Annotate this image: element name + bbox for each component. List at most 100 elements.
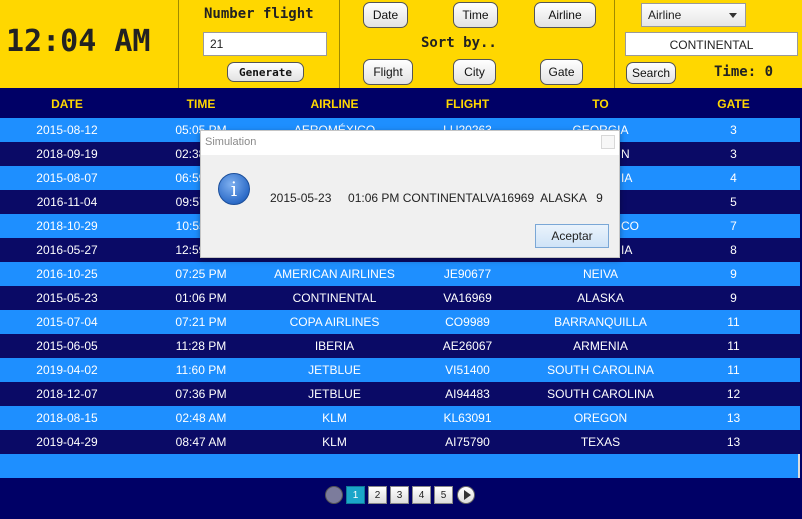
column-header-flight[interactable]: FLIGHT: [401, 97, 534, 111]
table-cell-date: 2016-11-04: [36, 195, 98, 209]
column-header-time[interactable]: TIME: [134, 97, 268, 111]
table-row[interactable]: 2018-12-07 07:36 PM JETBLUE AI94483 SOUTH CA…: [0, 382, 800, 406]
table-cell-to-partial: IA: [621, 243, 633, 257]
table-cell-airline: IBERIA: [314, 339, 355, 353]
sort-airline-button[interactable]: Airline: [534, 2, 596, 28]
column-header-airline[interactable]: AIRLINE: [268, 97, 401, 111]
table-cell-date: 2018-12-07: [36, 387, 98, 401]
table-cell-flight: KL63091: [443, 411, 492, 425]
table-cell-airline: KLM: [322, 435, 347, 449]
close-icon[interactable]: [601, 135, 615, 149]
next-page-button[interactable]: [457, 486, 475, 504]
table-row[interactable]: 2019-04-02 11:60 PM JETBLUE VI51400 SOUTH CA…: [0, 358, 800, 382]
sort-gate-button[interactable]: Gate: [540, 59, 583, 85]
table-cell-gate: 5: [730, 195, 737, 209]
table-cell-airline: COPA AIRLINES: [289, 315, 380, 329]
table-cell-time: 02:48 AM: [175, 411, 227, 425]
table-cell-gate: 11: [727, 363, 740, 377]
number-flight-input[interactable]: 21: [203, 32, 327, 56]
page-button-3[interactable]: 3: [390, 486, 409, 504]
previous-page-button[interactable]: [325, 486, 343, 504]
dialog-titlebar[interactable]: [201, 131, 619, 155]
table-row[interactable]: 2019-04-29 08:47 AM KLM AI75790 TEXAS 13: [0, 430, 800, 454]
column-header-gate[interactable]: GATE: [667, 97, 800, 111]
table-cell-gate: 3: [730, 147, 737, 161]
table-cell-date: 2016-05-27: [36, 243, 98, 257]
app-window: 12:04 AM Number flight 21 Generate Date …: [0, 0, 802, 519]
table-cell-gate: 13: [726, 411, 741, 425]
table-cell-date: 2019-04-02: [36, 363, 98, 377]
search-button[interactable]: Search: [626, 62, 676, 84]
table-cell-to: ARMENIA: [573, 339, 628, 353]
chevron-down-icon: [729, 13, 737, 18]
page-button-4[interactable]: 4: [412, 486, 431, 504]
table-cell-time: 11:28 PM: [175, 339, 227, 353]
table-cell-gate: 13: [726, 435, 741, 449]
table-cell-time: 07:25 PM: [175, 267, 227, 281]
table-cell-date: 2015-06-05: [36, 339, 98, 353]
page-button-2[interactable]: 2: [368, 486, 387, 504]
table-cell-airline: CONTINENTAL: [292, 291, 377, 305]
table-cell-to: NEIVA: [582, 267, 619, 281]
divider: [614, 0, 615, 88]
table-cell-airline: JETBLUE: [308, 387, 361, 401]
table-cell-date: 2016-10-25: [36, 267, 98, 281]
column-header-date[interactable]: DATE: [0, 97, 134, 111]
page-button-1[interactable]: 1: [346, 486, 365, 504]
generate-button[interactable]: Generate: [227, 62, 304, 82]
elapsed-time-label: Time: 0: [714, 64, 774, 80]
column-header-to[interactable]: TO: [534, 97, 667, 111]
table-cell-gate: 9: [730, 267, 737, 281]
filter-select[interactable]: Airline: [641, 3, 746, 27]
divider: [339, 0, 340, 88]
table-header: DATE TIME AIRLINE FLIGHT TO GATE: [0, 88, 802, 118]
table-cell-gate: 8: [730, 243, 737, 257]
sort-flight-button[interactable]: Flight: [363, 59, 413, 85]
table-cell-flight: AI94483: [445, 387, 490, 401]
pagination: 1 2 3 4 5: [0, 478, 802, 519]
table-cell-gate: 9: [730, 291, 737, 305]
table-cell-flight: AE26067: [442, 339, 493, 353]
table-cell-to: BARRANQUILLA: [554, 315, 647, 329]
table-cell-airline: AMERICAN AIRLINES: [274, 267, 395, 281]
table-row[interactable]: 2016-10-25 07:25 PM AMERICAN AIRLINES JE906…: [0, 262, 800, 286]
table-cell-flight: AI75790: [445, 435, 490, 449]
table-cell-to: ALASKA: [577, 291, 624, 305]
sort-date-button[interactable]: Date: [363, 2, 408, 28]
page-button-5[interactable]: 5: [434, 486, 453, 504]
table-cell-airline: JETBLUE: [308, 363, 361, 377]
table-cell-flight: CO9989: [445, 315, 490, 329]
table-cell-to-partial: CO: [621, 219, 639, 233]
table-cell-gate: 4: [730, 171, 737, 185]
simulation-dialog: Simulation i 2015-05-23 01:06 PM CONTINE…: [200, 130, 620, 258]
dialog-message: 2015-05-23 01:06 PM CONTINENTALVA16969 A…: [270, 191, 603, 205]
clock-display: 12:04 AM: [6, 24, 151, 59]
table-row[interactable]: 2015-07-04 07:21 PM COPA AIRLINES CO9989 BAR…: [0, 310, 800, 334]
header-panel: 12:04 AM Number flight 21 Generate Date …: [0, 0, 802, 88]
table-cell-gate: 7: [730, 219, 737, 233]
table-cell-flight: VI51400: [445, 363, 490, 377]
table-cell-date: 2015-08-12: [36, 123, 98, 137]
table-cell-to: OREGON: [573, 411, 628, 425]
sort-time-button[interactable]: Time: [453, 2, 498, 28]
table-cell-to-partial: N: [621, 147, 630, 161]
table-cell-to-partial: IA: [621, 171, 633, 185]
table-cell-date: 2018-09-19: [36, 147, 98, 161]
filter-select-value: Airline: [648, 8, 682, 22]
table-row[interactable]: 2015-06-05 11:28 PM IBERIA AE26067 ARMENIA 11: [0, 334, 800, 358]
search-input[interactable]: CONTINENTAL: [625, 32, 798, 56]
table-cell-gate: 11: [727, 315, 740, 329]
table-cell-date: 2018-10-29: [36, 219, 98, 233]
table-cell-time: 01:06 PM: [175, 291, 227, 305]
table-cell-date: 2019-04-29: [36, 435, 98, 449]
table-cell-flight: VA16969: [443, 291, 492, 305]
info-icon: i: [218, 173, 250, 205]
table-row[interactable]: 2018-08-15 02:48 AM KLM KL63091 OREGON 13: [0, 406, 800, 430]
accept-button[interactable]: Aceptar: [535, 224, 609, 248]
table-cell-to: SOUTH CAROLINA: [547, 363, 654, 377]
table-cell-time: 11:60 PM: [175, 363, 227, 377]
table-cell-time: 07:21 PM: [175, 315, 227, 329]
table-row[interactable]: 2015-05-23 01:06 PM CONTINENTAL VA16969 ALAS…: [0, 286, 800, 310]
table-cell-gate: 12: [726, 387, 741, 401]
sort-city-button[interactable]: City: [453, 59, 496, 85]
